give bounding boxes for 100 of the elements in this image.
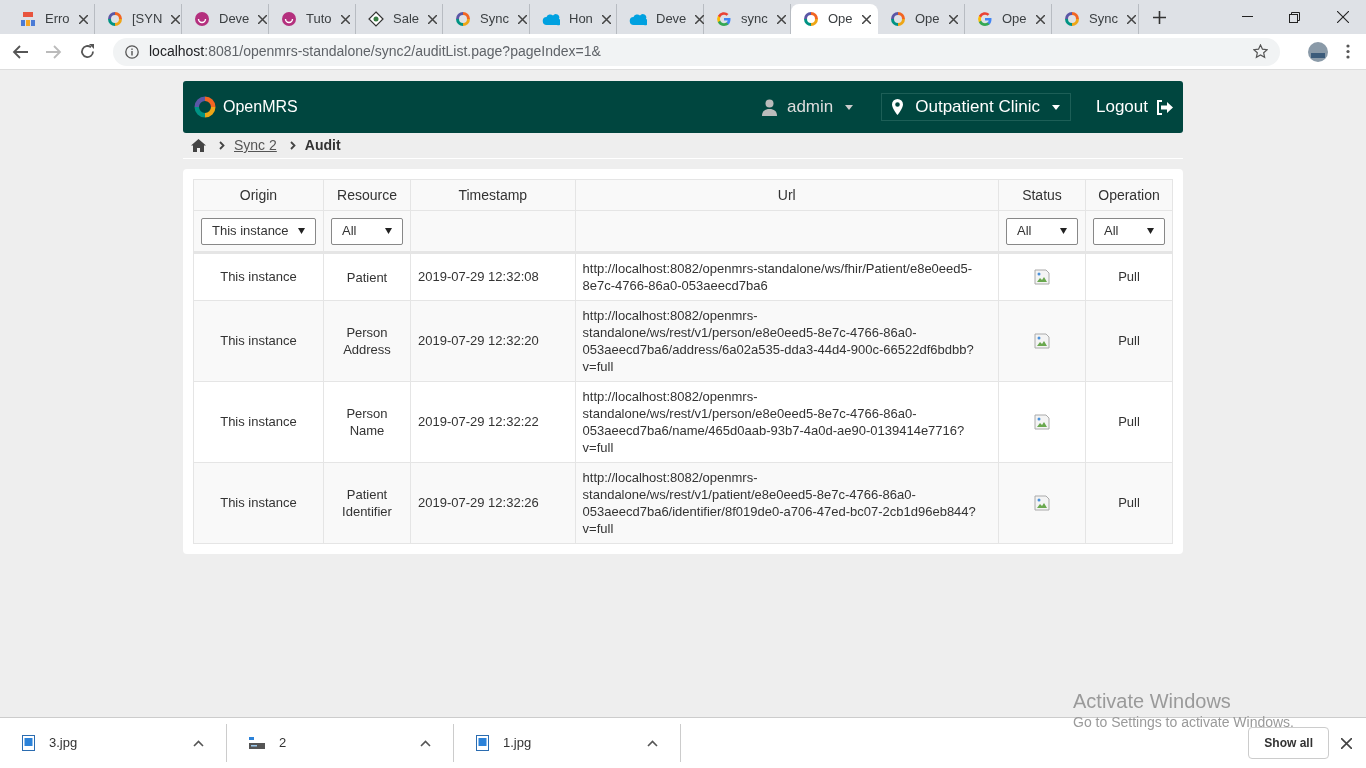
table-cell: Pull (1085, 300, 1173, 382)
close-icon[interactable] (601, 14, 611, 24)
close-icon[interactable] (1337, 11, 1349, 23)
download-item[interactable]: 3.jpg (0, 724, 227, 762)
table-cell-text: http://localhost:8082/openmrs-standalone/ws/rest/v1/person/e8e0eed5-8e7c-4766-86a0-053aeecd7ba6/name/465d0aab-93b7-4a0d-ae90-0139414e7716?v=full (582, 388, 966, 456)
close-icon[interactable] (695, 14, 705, 24)
tab-title: Ope (828, 10, 853, 29)
download-item[interactable]: 2 (227, 724, 454, 762)
column-header: Url (575, 179, 999, 211)
column-header: Origin (193, 179, 324, 211)
close-icon[interactable] (340, 14, 350, 24)
filter-dropdown[interactable]: All (331, 217, 403, 245)
filter-dropdown[interactable]: All (1006, 217, 1078, 245)
home-icon[interactable] (191, 139, 206, 152)
table-cell-text: http://localhost:8082/openmrs-standalone/ws/fhir/Patient/e8e0eed5-8e7c-4766-86a0-053aeecd7ba6 (582, 260, 974, 294)
table-cell: Person Name (323, 381, 411, 463)
cloud-icon (542, 12, 560, 26)
download-item[interactable]: 1.jpg (454, 724, 681, 762)
ring-logo-icon (890, 11, 906, 27)
profile-avatar-icon[interactable] (1308, 41, 1328, 62)
column-header: Operation (1085, 179, 1173, 211)
close-icon[interactable] (948, 14, 958, 24)
table-cell: Pull (1085, 381, 1173, 463)
file-name: 3.jpg (49, 734, 79, 753)
table-cell: 2019-07-29 12:32:20 (410, 300, 576, 382)
caret-icon (845, 104, 854, 110)
show-all-button[interactable]: Show all (1248, 727, 1329, 759)
close-icon[interactable] (428, 14, 438, 24)
file-name: 1.jpg (503, 734, 533, 753)
map-pin-icon (892, 99, 904, 115)
tab-title: Ope (915, 10, 940, 29)
tab-title: Sync (1089, 10, 1118, 29)
restore-icon[interactable] (1289, 12, 1300, 23)
more-menu-icon[interactable] (1346, 44, 1350, 59)
diamond-icon (368, 11, 384, 27)
close-icon[interactable] (258, 14, 268, 24)
tab-title: Sale (393, 10, 420, 29)
table-cell: Patient Identifier (323, 462, 411, 544)
browser-tab[interactable]: Ope (791, 4, 878, 34)
google-g-icon (716, 11, 732, 27)
tab-title: Sync (480, 10, 509, 29)
close-icon[interactable] (1035, 14, 1045, 24)
brand-name[interactable]: OpenMRS (223, 95, 298, 119)
ring-logo-icon (803, 11, 819, 27)
tab-title: Ope (1002, 10, 1027, 29)
cloud-icon (629, 12, 647, 26)
column-header: Status (998, 179, 1086, 211)
broken-image-icon (1034, 495, 1050, 511)
image-file-icon (476, 735, 489, 751)
table-cell: This instance (193, 300, 324, 382)
chevron-icon (289, 141, 296, 150)
filter-dropdown[interactable]: This instance (201, 217, 316, 245)
ring-logo-icon (107, 11, 123, 27)
breadcrumb-current: Audit (304, 136, 341, 155)
close-icon[interactable] (517, 14, 527, 24)
tab-title: Erro (45, 10, 70, 29)
tab-title: Tuto (306, 10, 332, 29)
close-icon[interactable] (78, 14, 88, 24)
table-cell: Person Address (323, 300, 411, 382)
table-cell-text: http://localhost:8082/openmrs-standalone/ws/rest/v1/patient/e8e0eed5-8e7c-4766-86a0-053aeecd7ba6/identifier/8f019de0-a706-47ed-bc07-2cb1d96eb844?v=full (582, 469, 977, 537)
location-menu[interactable]: Outpatient Clinic (881, 93, 1071, 121)
chevron-up-icon[interactable] (647, 739, 658, 747)
chevron-up-icon[interactable] (193, 739, 204, 747)
table-cell: Patient (323, 252, 411, 301)
openmrs-logo-icon (193, 95, 217, 119)
filter-dropdown[interactable]: All (1093, 217, 1165, 245)
table-cell: This instance (193, 381, 324, 463)
address-bar[interactable]: localhost:8081/openmrs-standalone/sync2/auditList.page?pageIndex=1& (113, 37, 1280, 66)
table-cell: Pull (1085, 252, 1173, 301)
close-icon[interactable] (1341, 737, 1352, 749)
tab-title: Deve (219, 10, 250, 29)
reload-icon[interactable] (80, 44, 95, 59)
close-icon[interactable] (861, 14, 871, 24)
star-icon[interactable] (1253, 44, 1268, 59)
close-icon[interactable] (776, 14, 786, 24)
tab-title: Deve (656, 10, 687, 29)
dropdown-arrow-icon (385, 228, 392, 234)
drive-icon (249, 736, 265, 750)
url-text: localhost:8081/openmrs-standalone/sync2/auditList.page?pageIndex=1& (149, 42, 601, 61)
new-tab-icon[interactable] (1153, 11, 1166, 24)
table-cell: Pull (1085, 462, 1173, 544)
close-icon[interactable] (1126, 14, 1136, 24)
broken-image-icon (1034, 414, 1050, 430)
broken-image-icon (1034, 269, 1050, 285)
smile-icon (281, 11, 297, 27)
close-icon[interactable] (171, 14, 181, 24)
back-arrow-icon[interactable] (12, 44, 28, 59)
image-file-icon (22, 735, 35, 751)
column-header: Resource (323, 179, 411, 211)
smile-icon (194, 11, 210, 27)
chevron-up-icon[interactable] (420, 739, 431, 747)
tab-title: Hon (569, 10, 593, 29)
user-menu[interactable]: admin (761, 94, 854, 120)
tab-title: [SYN (132, 10, 163, 29)
ring-logo-icon (1064, 11, 1080, 27)
breadcrumb-link[interactable]: Sync 2 (234, 135, 277, 156)
logout-link[interactable]: Logout (1096, 94, 1173, 120)
tab-title: sync (741, 10, 768, 29)
google-g-icon (977, 11, 993, 27)
column-header: Timestamp (410, 179, 576, 211)
